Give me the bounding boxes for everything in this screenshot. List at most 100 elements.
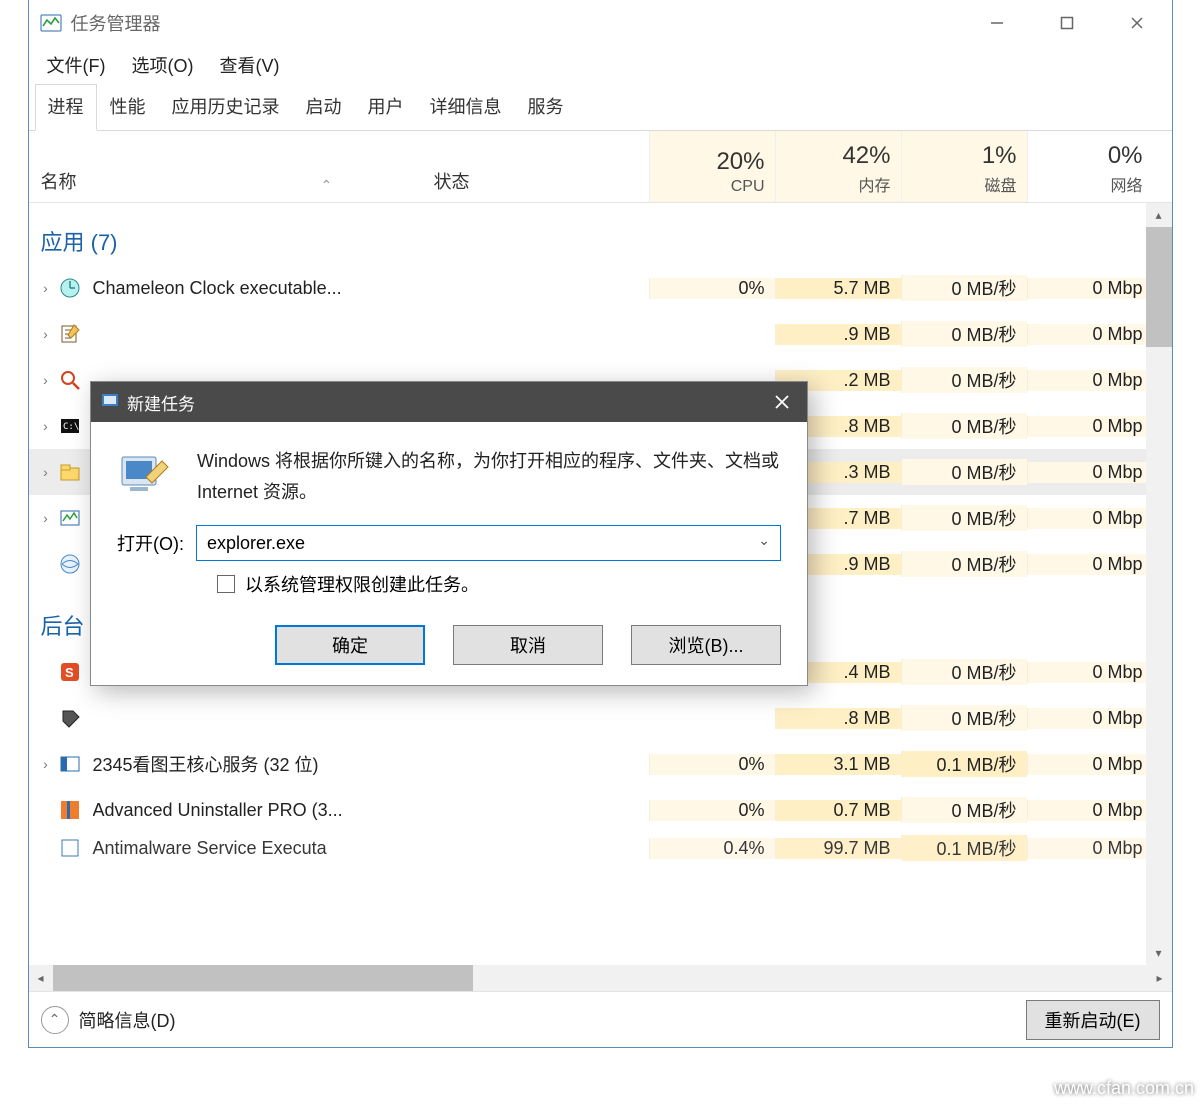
sort-caret-icon: ⌃	[321, 177, 333, 194]
disk-cell: 0.1 MB/秒	[901, 835, 1027, 861]
scroll-thumb[interactable]	[1146, 227, 1172, 347]
explorer-icon	[57, 459, 83, 485]
footer: ⌃ 简略信息(D) 重新启动(E)	[29, 991, 1172, 1047]
mem-total-pct: 42%	[842, 142, 890, 170]
menubar: 文件(F) 选项(O) 查看(V)	[29, 46, 1172, 84]
tab-details[interactable]: 详细信息	[417, 84, 515, 130]
cancel-button[interactable]: 取消	[453, 625, 603, 665]
expand-icon[interactable]: ›	[35, 326, 57, 342]
minimize-button[interactable]	[962, 0, 1032, 46]
disk-cell: 0 MB/秒	[901, 413, 1027, 439]
expand-icon[interactable]: ›	[35, 418, 57, 434]
admin-checkbox-label[interactable]: 以系统管理权限创建此任务。	[245, 571, 479, 597]
fewer-details-icon[interactable]: ⌃	[41, 1006, 69, 1034]
viewer-icon	[57, 751, 83, 777]
mem-cell: .8 MB	[775, 708, 901, 729]
sogou-icon: S	[57, 659, 83, 685]
col-status[interactable]: 状态	[434, 131, 649, 202]
cpu-cell: 0%	[649, 278, 775, 299]
col-memory[interactable]: 42% 内存	[775, 131, 901, 202]
scroll-right-icon[interactable]: ▸	[1148, 971, 1172, 985]
net-cell: 0 Mbp	[1027, 416, 1153, 437]
horizontal-scrollbar[interactable]: ◂ ▸	[29, 965, 1172, 991]
col-cpu-label: CPU	[731, 178, 765, 196]
maximize-button[interactable]	[1032, 0, 1102, 46]
hscroll-thumb[interactable]	[53, 965, 473, 991]
expand-icon[interactable]: ›	[35, 756, 57, 772]
process-row[interactable]: › 2345看图王核心服务 (32 位) 0% 3.1 MB 0.1 MB/秒 …	[29, 741, 1172, 787]
process-row[interactable]: › .8 MB 0 MB/秒 0 Mbp	[29, 695, 1172, 741]
column-headers: ⌃ 名称 状态 20% CPU 42% 内存 1% 磁盘 0% 网络	[29, 131, 1172, 203]
menu-file[interactable]: 文件(F)	[41, 48, 112, 82]
disk-cell: 0.1 MB/秒	[901, 751, 1027, 777]
net-cell: 0 Mbp	[1027, 370, 1153, 391]
run-window-icon	[101, 391, 119, 414]
vertical-scrollbar[interactable]: ▴ ▾	[1146, 203, 1172, 965]
titlebar[interactable]: 任务管理器	[29, 0, 1172, 46]
col-disk[interactable]: 1% 磁盘	[901, 131, 1027, 202]
fewer-details-label[interactable]: 简略信息(D)	[79, 1007, 176, 1033]
disk-cell: 0 MB/秒	[901, 459, 1027, 485]
tab-users[interactable]: 用户	[355, 84, 417, 130]
process-row[interactable]: › .9 MB 0 MB/秒 0 Mbp	[29, 311, 1172, 357]
dialog-titlebar[interactable]: 新建任务	[91, 382, 807, 422]
restart-button[interactable]: 重新启动(E)	[1026, 1000, 1160, 1040]
tab-performance[interactable]: 性能	[97, 84, 159, 130]
col-disk-label: 磁盘	[984, 172, 1016, 196]
open-input-value[interactable]: explorer.exe	[207, 533, 305, 554]
svg-text:C:\: C:\	[63, 422, 79, 432]
group-apps-header: 应用 (7)	[29, 203, 1172, 265]
expand-icon[interactable]: ›	[35, 510, 57, 526]
col-name[interactable]: ⌃ 名称	[29, 131, 434, 202]
col-cpu[interactable]: 20% CPU	[649, 131, 775, 202]
scroll-down-icon[interactable]: ▾	[1155, 941, 1161, 965]
net-cell: 0 Mbp	[1027, 554, 1153, 575]
process-name: Chameleon Clock executable...	[93, 278, 342, 299]
svg-text:S: S	[65, 665, 74, 680]
admin-checkbox[interactable]	[217, 575, 235, 593]
close-button[interactable]	[1102, 0, 1172, 46]
net-total-pct: 0%	[1108, 142, 1143, 170]
disk-cell: 0 MB/秒	[901, 505, 1027, 531]
process-row[interactable]: › Advanced Uninstaller PRO (3... 0% 0.7 …	[29, 787, 1172, 833]
net-cell: 0 Mbp	[1027, 800, 1153, 821]
tag-icon	[57, 705, 83, 731]
menu-view[interactable]: 查看(V)	[213, 48, 285, 82]
net-cell: 0 Mbp	[1027, 508, 1153, 529]
process-name: Advanced Uninstaller PRO (3...	[93, 800, 343, 821]
expand-icon[interactable]: ›	[35, 372, 57, 388]
process-name: 2345看图王核心服务 (32 位)	[93, 751, 319, 777]
cpu-total-pct: 20%	[716, 148, 764, 176]
disk-total-pct: 1%	[982, 142, 1017, 170]
process-row[interactable]: › Antimalware Service Executa 0.4% 99.7 …	[29, 833, 1172, 863]
taskmgr-icon	[57, 505, 83, 531]
scroll-left-icon[interactable]: ◂	[29, 971, 53, 985]
expand-icon[interactable]: ›	[35, 280, 57, 296]
chevron-down-icon[interactable]: ⌄	[758, 532, 770, 549]
col-memory-label: 内存	[858, 172, 890, 196]
cpu-cell: 0%	[649, 800, 775, 821]
process-name: Antimalware Service Executa	[93, 838, 327, 859]
tab-startup[interactable]: 启动	[293, 84, 355, 130]
scroll-up-icon[interactable]: ▴	[1155, 203, 1161, 227]
open-combobox[interactable]: explorer.exe ⌄	[196, 525, 781, 561]
tabstrip: 进程 性能 应用历史记录 启动 用户 详细信息 服务	[29, 84, 1172, 131]
tab-app-history[interactable]: 应用历史记录	[159, 84, 293, 130]
dialog-description: Windows 将根据你所键入的名称，为你打开相应的程序、文件夹、文档或 Int…	[197, 446, 781, 507]
open-label: 打开(O):	[117, 530, 184, 556]
disk-cell: 0 MB/秒	[901, 367, 1027, 393]
tab-services[interactable]: 服务	[515, 84, 577, 130]
process-row[interactable]: › Chameleon Clock executable... 0% 5.7 M…	[29, 265, 1172, 311]
col-network[interactable]: 0% 网络	[1027, 131, 1153, 202]
dialog-close-button[interactable]	[757, 382, 807, 422]
expand-icon[interactable]: ›	[35, 464, 57, 480]
search-icon	[57, 367, 83, 393]
tab-processes[interactable]: 进程	[35, 84, 97, 131]
disk-cell: 0 MB/秒	[901, 275, 1027, 301]
browse-button[interactable]: 浏览(B)...	[631, 625, 781, 665]
cpu-cell: 0.4%	[649, 838, 775, 859]
menu-options[interactable]: 选项(O)	[125, 48, 199, 82]
mem-cell: 5.7 MB	[775, 278, 901, 299]
window-title: 任务管理器	[71, 10, 161, 36]
ok-button[interactable]: 确定	[275, 625, 425, 665]
